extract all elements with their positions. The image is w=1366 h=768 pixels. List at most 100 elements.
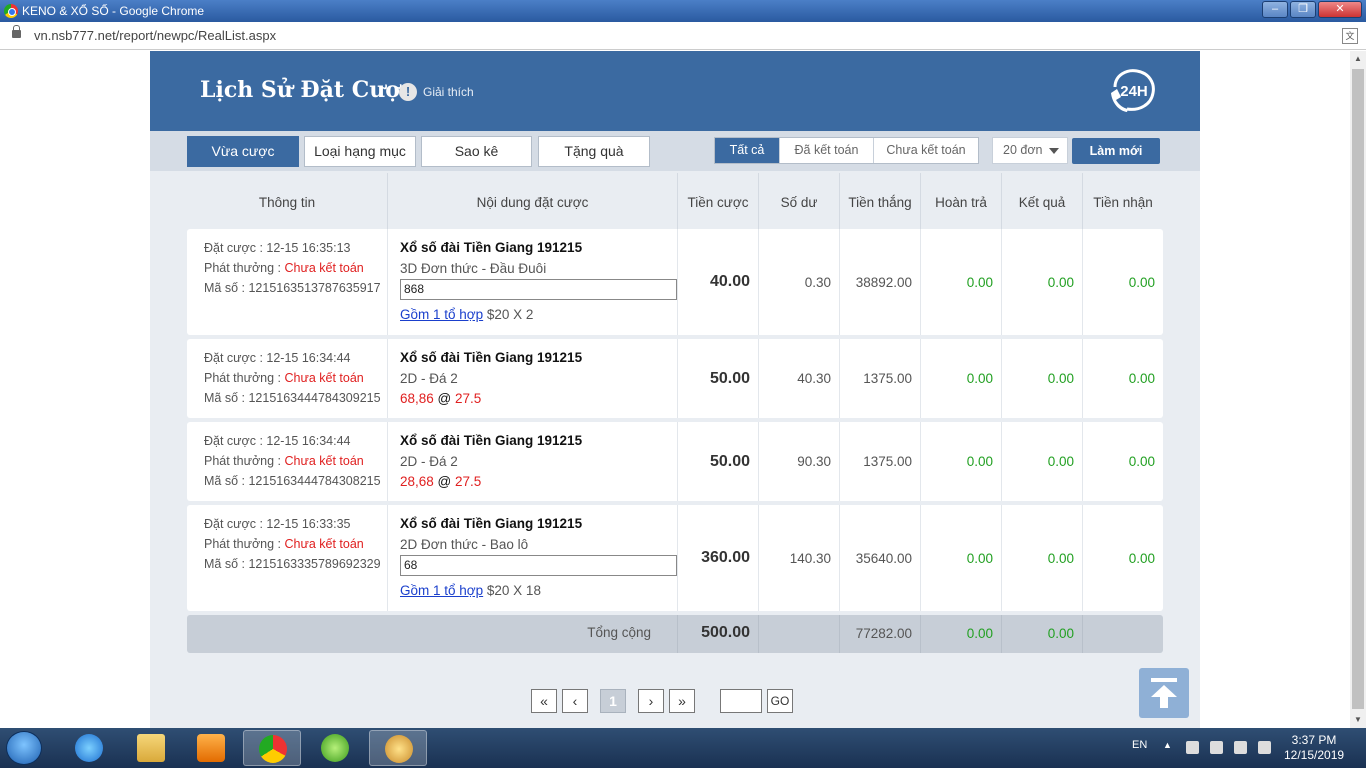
taskbar-clock[interactable]: 3:37 PM 12/15/2019 — [1284, 733, 1344, 763]
win-value: 1375.00 — [863, 371, 912, 386]
clock-time: 3:37 PM — [1291, 733, 1337, 747]
back-to-top-button[interactable] — [1139, 668, 1189, 718]
stake-value: 360.00 — [701, 549, 750, 566]
paint-icon — [385, 735, 413, 763]
bet-code: Mã số : 1215163335789692329 — [204, 557, 381, 571]
col-win: Tiền thắng — [839, 173, 920, 229]
balance-value: 40.30 — [797, 371, 831, 386]
refresh-button[interactable]: Làm mới — [1072, 138, 1160, 164]
table-row: Đặt cược : 12-15 16:33:35 Phát thưởng : … — [187, 505, 1163, 611]
folder-icon — [137, 734, 165, 762]
filter-unsettled[interactable]: Chưa kết toán — [873, 138, 978, 163]
bet-time: Đặt cược : 12-15 16:35:13 — [204, 241, 351, 255]
filter-settled[interactable]: Đã kết toán — [779, 138, 873, 163]
page-size-select[interactable]: 20 đơn — [992, 137, 1068, 164]
total-label: Tổng cộng — [587, 625, 651, 640]
combo-link[interactable]: Gồm 1 tổ hợp — [400, 583, 483, 598]
bet-numbers: 68 — [400, 555, 677, 576]
bet-code: Mã số : 1215163513787635917 — [204, 281, 381, 295]
taskbar-paint[interactable] — [369, 730, 427, 766]
bet-time: Đặt cược : 12-15 16:34:44 — [204, 351, 351, 365]
taskbar-app-green[interactable] — [306, 730, 364, 766]
received-value: 0.00 — [1128, 275, 1155, 290]
window-titlebar: KENO & XỔ SỐ - Google Chrome – ❐ ✕ — [0, 0, 1366, 22]
panel-header: Lịch Sử Đặt Cược ! Giải thích 24H — [150, 51, 1200, 131]
chrome-taskbar-icon — [259, 735, 287, 763]
combo-link[interactable]: Gồm 1 tổ hợp — [400, 307, 483, 322]
prev-page-button[interactable]: ‹ — [562, 689, 588, 713]
page-title: Lịch Sử Đặt Cược — [200, 77, 414, 103]
current-page[interactable]: 1 — [600, 689, 626, 713]
scroll-thumb[interactable] — [1352, 69, 1364, 709]
taskbar-media[interactable] — [182, 730, 240, 766]
flag-icon[interactable] — [1234, 741, 1247, 754]
payout-status: Chưa kết toán — [284, 537, 364, 551]
taskbar-chrome[interactable] — [243, 730, 301, 766]
next-page-button[interactable]: › — [638, 689, 664, 713]
bet-code: Mã số : 1215163444784309215 — [204, 391, 381, 405]
total-result: 0.00 — [1047, 626, 1074, 641]
col-info: Thông tin — [258, 195, 316, 210]
total-stake: 500.00 — [701, 624, 750, 641]
payout-line: Phát thưởng : Chưa kết toán — [204, 537, 364, 551]
lottery-name: Xổ số đài Tiền Giang 191215 — [400, 433, 583, 448]
volume-icon[interactable] — [1210, 741, 1223, 754]
table-row: Đặt cược : 12-15 16:35:13 Phát thưởng : … — [187, 229, 1163, 335]
address-bar[interactable]: vn.nsb777.net/report/newpc/RealList.aspx… — [0, 22, 1366, 50]
payout-line: Phát thưởng : Chưa kết toán — [204, 454, 364, 468]
url-text[interactable]: vn.nsb777.net/report/newpc/RealList.aspx — [34, 28, 276, 43]
tray-expand-icon[interactable]: ▲ — [1163, 740, 1172, 750]
bet-type: 2D - Đá 2 — [400, 454, 458, 469]
win-value: 1375.00 — [863, 454, 912, 469]
translate-icon[interactable]: 文 — [1342, 28, 1358, 44]
language-indicator[interactable]: EN — [1132, 739, 1147, 751]
tab-gifts[interactable]: Tặng quà — [538, 136, 650, 167]
tray-device-icon[interactable] — [1186, 741, 1199, 754]
lottery-name: Xổ số đài Tiền Giang 191215 — [400, 240, 583, 255]
refund-value: 0.00 — [966, 454, 993, 469]
tab-statement[interactable]: Sao kê — [421, 136, 532, 167]
balance-value: 0.30 — [804, 275, 831, 290]
page-number-input[interactable] — [720, 689, 762, 713]
scroll-down-icon[interactable]: ▼ — [1350, 712, 1366, 728]
restore-button[interactable]: ❐ — [1290, 1, 1316, 18]
last-page-button[interactable]: » — [669, 689, 695, 713]
page-scrollbar[interactable]: ▲ ▼ — [1350, 51, 1366, 728]
start-button[interactable] — [6, 731, 42, 765]
support-24h-icon[interactable]: 24H — [1107, 67, 1157, 113]
received-value: 0.00 — [1128, 454, 1155, 469]
stake-value: 40.00 — [709, 273, 750, 290]
col-result: Kết quả — [1001, 173, 1082, 229]
received-value: 0.00 — [1128, 551, 1155, 566]
result-value: 0.00 — [1047, 551, 1074, 566]
go-button[interactable]: GO — [767, 689, 793, 713]
result-value: 0.00 — [1047, 454, 1074, 469]
close-button[interactable]: ✕ — [1318, 1, 1362, 18]
taskbar: EN ▲ 3:37 PM 12/15/2019 — [0, 728, 1366, 768]
taskbar-explorer[interactable] — [122, 730, 180, 766]
green-app-icon — [321, 734, 349, 762]
bet-time: Đặt cược : 12-15 16:34:44 — [204, 434, 351, 448]
network-icon[interactable] — [1258, 741, 1271, 754]
clock-date: 12/15/2019 — [1284, 748, 1345, 762]
info-icon[interactable]: ! — [399, 83, 417, 101]
result-value: 0.00 — [1047, 371, 1074, 386]
taskbar-ie[interactable] — [60, 730, 118, 766]
payout-status: Chưa kết toán — [284, 261, 364, 275]
received-value: 0.00 — [1128, 371, 1155, 386]
pair-odds: 68,86 @ 27.5 — [400, 391, 482, 406]
table-header: Thông tin Nội dung đặt cược Tiền cược Số… — [187, 173, 1163, 229]
col-content: Nội dung đặt cược — [387, 173, 677, 229]
table-row: Đặt cược : 12-15 16:34:44 Phát thưởng : … — [187, 339, 1163, 418]
first-page-button[interactable]: « — [531, 689, 557, 713]
filter-all[interactable]: Tất cả — [715, 138, 779, 163]
scroll-up-icon[interactable]: ▲ — [1350, 51, 1366, 67]
settlement-filter: Tất cả Đã kết toán Chưa kết toán — [714, 137, 979, 164]
minimize-button[interactable]: – — [1262, 1, 1288, 18]
window-title: KENO & XỔ SỐ - Google Chrome — [22, 4, 205, 18]
tab-recent-bets[interactable]: Vừa cược — [187, 136, 299, 167]
explain-link[interactable]: Giải thích — [423, 85, 474, 99]
bet-numbers: 868 — [400, 279, 677, 300]
total-refund: 0.00 — [966, 626, 993, 641]
tab-category[interactable]: Loại hạng mục — [304, 136, 416, 167]
